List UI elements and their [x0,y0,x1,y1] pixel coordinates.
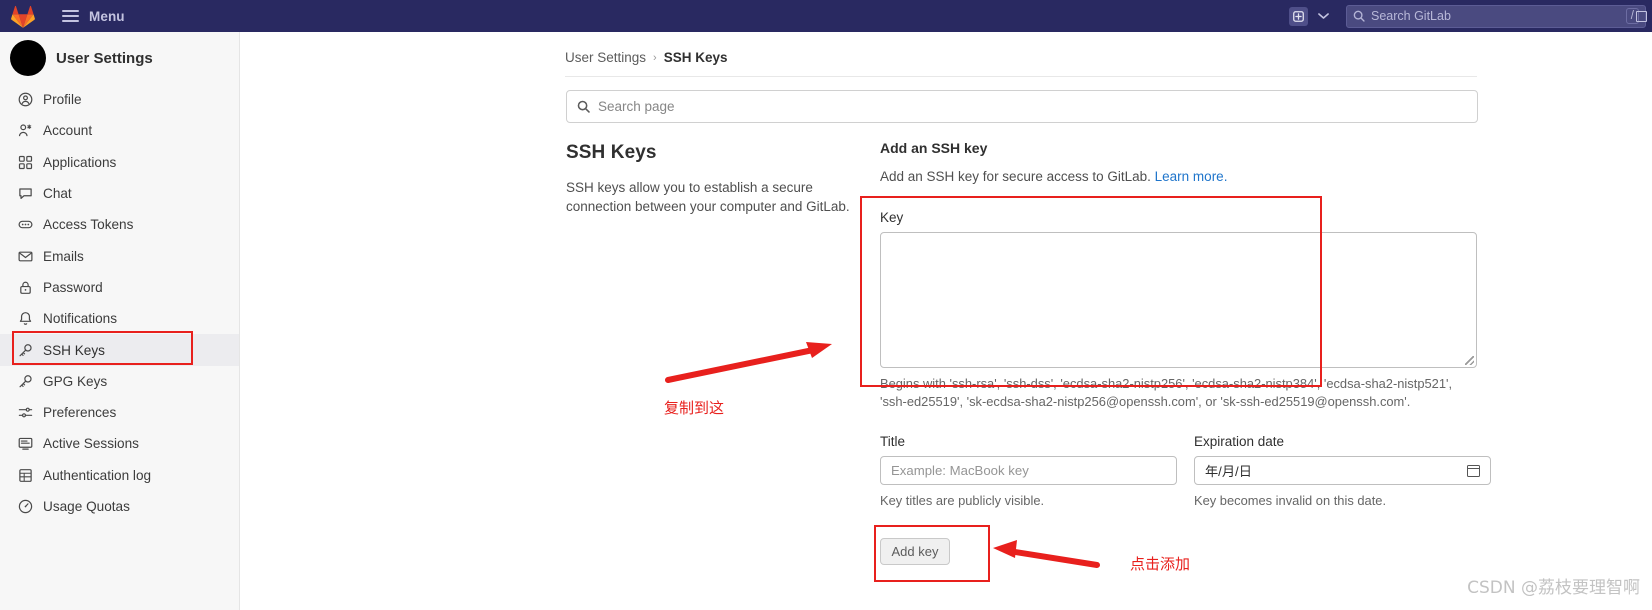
sidebar-item-account[interactable]: Account [0,115,239,146]
chevron-down-icon[interactable] [1318,12,1329,20]
sliders-icon [18,405,38,420]
envelope-icon [18,249,38,264]
sidebar-item-label: Access Tokens [43,217,134,233]
watermark: CSDN @荔枝要理智啊 [1467,578,1640,598]
sidebar-item-label: Password [43,279,103,295]
sidebar-item-authentication-log[interactable]: Authentication log [0,460,239,491]
sidebar-item-ssh-keys[interactable]: SSH Keys [0,334,239,366]
main-content: User Settings › SSH Keys Search page SSH… [240,32,1652,610]
monitor-icon [18,436,38,451]
key-icon [18,374,38,389]
add-key-button-wrap: Add key [880,538,950,565]
resize-handle[interactable] [1465,356,1474,365]
sidebar-item-gpg-keys[interactable]: GPG Keys [0,366,239,397]
gitlab-ssh-keys-page: Menu Search GitLab / User Settings Profi… [0,0,1652,610]
user-settings-sidebar: User Settings Profile Account Applicatio… [0,32,240,610]
bell-icon [18,311,38,326]
hamburger-menu-button[interactable]: Menu [62,7,125,25]
ssh-keys-intro: SSH Keys SSH keys allow you to establish… [566,142,856,216]
breadcrumb-divider [565,76,1477,77]
sidebar-title: User Settings [56,49,153,67]
expiration-date-value: 年/月/日 [1205,464,1252,479]
avatar[interactable] [10,40,46,76]
sidebar-item-usage-quotas[interactable]: Usage Quotas [0,491,239,522]
sidebar-header: User Settings [0,32,239,84]
search-page-placeholder: Search page [598,99,675,114]
sidebar-item-label: Active Sessions [43,436,139,452]
key-input[interactable] [880,232,1477,368]
calendar-icon[interactable] [1467,464,1480,477]
title-placeholder: Example: MacBook key [891,463,1029,478]
key-field-group: Key Begins with 'ssh-rsa', 'ssh-dss', 'e… [880,210,1480,410]
sidebar-item-profile[interactable]: Profile [0,84,239,115]
title-input[interactable]: Example: MacBook key [880,456,1177,485]
gitlab-logo-icon[interactable] [0,5,46,28]
account-key-icon [18,123,38,138]
sidebar-item-label: Usage Quotas [43,499,130,514]
sidebar-item-access-tokens[interactable]: Access Tokens [0,209,239,240]
breadcrumb-separator-icon: › [653,51,657,64]
key-icon [18,343,38,358]
search-icon [1353,10,1365,22]
sidebar-item-applications[interactable]: Applications [0,147,239,178]
expiration-field-group: Expiration date 年/月/日 Key becomes invali… [1194,434,1491,508]
expiration-label: Expiration date [1194,434,1285,449]
top-navbar: Menu Search GitLab / [0,0,1652,32]
key-label: Key [880,210,904,225]
global-search-placeholder: Search GitLab [1371,9,1451,23]
sidebar-item-label: Chat [43,186,72,202]
sidebar-item-password[interactable]: Password [0,272,239,303]
sidebar-item-label: Applications [43,154,117,170]
sidebar-item-label: Notifications [43,311,118,327]
form-subtitle: Add an SSH key for secure access to GitL… [880,169,1480,184]
add-key-button[interactable]: Add key [880,538,950,565]
sidebar-nav-list: Profile Account Applications Chat Access… [0,84,239,522]
global-search-input[interactable]: Search GitLab / [1346,4,1646,28]
expiration-date-input[interactable]: 年/月/日 [1194,456,1491,485]
form-heading: Add an SSH key [880,140,988,156]
sidebar-item-notifications[interactable]: Notifications [0,303,239,334]
learn-more-link[interactable]: Learn more. [1155,169,1228,184]
add-ssh-key-form: Add an SSH key Add an SSH key for secure… [880,140,1491,565]
form-subtitle-text: Add an SSH key for secure access to GitL… [880,169,1151,184]
page-description: SSH keys allow you to establish a secure… [566,180,850,214]
chat-bubble-icon [18,186,38,201]
breadcrumb: User Settings › SSH Keys [565,50,728,65]
sidebar-item-label: Emails [43,248,84,264]
title-hint: Key titles are publicly visible. [880,493,1045,508]
title-label: Title [880,434,906,449]
sidebar-item-chat[interactable]: Chat [0,178,239,209]
sidebar-item-label: SSH Keys [43,342,105,358]
plus-square-icon[interactable] [1289,6,1308,26]
sidebar-item-label: Profile [43,92,82,108]
page-title: SSH Keys [566,142,657,163]
navbar-right-group: Search GitLab / [1289,0,1652,32]
breadcrumb-parent[interactable]: User Settings [565,50,646,65]
gauge-icon [18,499,38,514]
lock-icon [18,280,38,295]
title-field-group: Title Example: MacBook key Key titles ar… [880,434,1177,508]
user-circle-icon [18,92,38,107]
sidebar-item-label: GPG Keys [43,373,108,389]
breadcrumb-current[interactable]: SSH Keys [664,50,728,65]
sidebar-item-label: Account [43,123,93,139]
sidebar-item-preferences[interactable]: Preferences [0,397,239,428]
key-help-text: Begins with 'ssh-rsa', 'ssh-dss', 'ecdsa… [880,376,1453,409]
search-icon [577,100,590,113]
sidebar-item-emails[interactable]: Emails [0,240,239,271]
expiration-hint: Key becomes invalid on this date. [1194,493,1387,508]
sidebar-item-label: Authentication log [43,467,152,483]
applications-grid-icon [18,155,38,170]
sidebar-item-active-sessions[interactable]: Active Sessions [0,428,239,459]
log-table-icon [18,468,38,483]
menu-label: Menu [89,8,125,24]
sidebar-item-label: Preferences [43,405,117,421]
panel-toggle-icon[interactable] [1630,0,1652,32]
title-expiration-row: Title Example: MacBook key Key titles ar… [880,434,1491,508]
hamburger-menu-icon [62,7,79,25]
token-icon [18,217,38,232]
search-page-input[interactable]: Search page [566,90,1478,123]
